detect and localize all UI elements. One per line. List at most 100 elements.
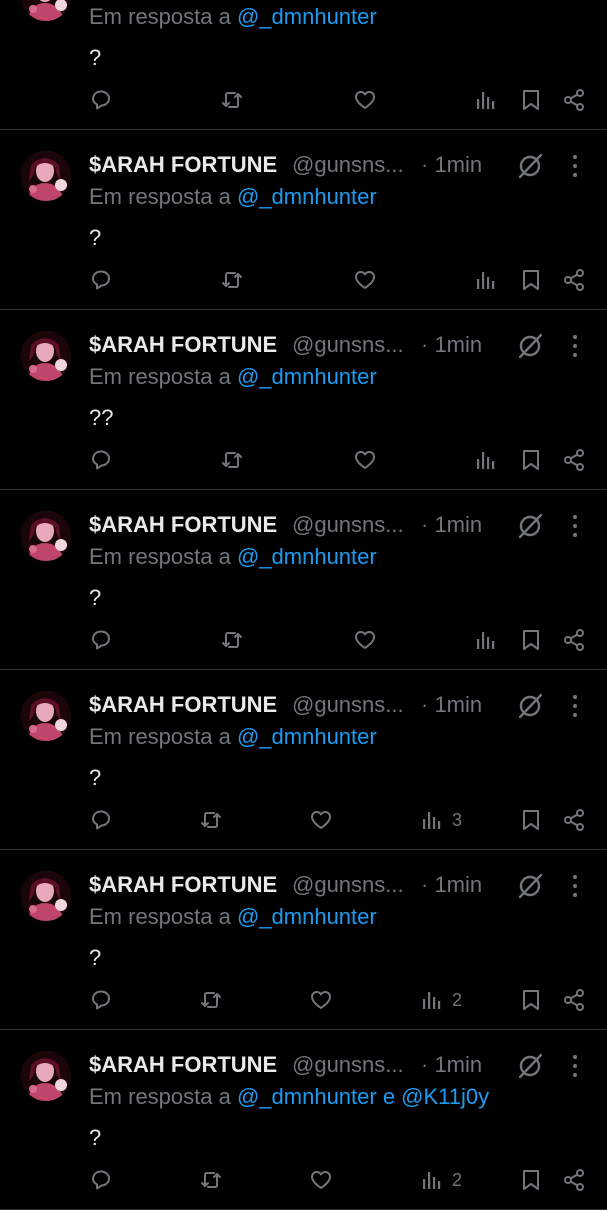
user-handle[interactable]: @gunsns...: [292, 510, 404, 540]
share-button[interactable]: [562, 446, 586, 474]
heart-icon: [355, 451, 375, 469]
repost-button[interactable]: [199, 806, 223, 834]
tweet-header: $ARAH FORTUNE @gunsns... · 1min: [89, 690, 607, 720]
tweet[interactable]: $ARAH FORTUNE @gunsns... · 1min Em respo…: [0, 670, 607, 850]
bookmark-button[interactable]: [519, 626, 543, 654]
tweet[interactable]: $ARAH FORTUNE @gunsns... · 1min Em respo…: [0, 0, 607, 130]
bookmark-button[interactable]: [519, 86, 543, 114]
grok-icon[interactable]: [516, 332, 544, 360]
share-button[interactable]: [562, 266, 586, 294]
repost-button[interactable]: [199, 1166, 223, 1194]
tweet[interactable]: $ARAH FORTUNE @gunsns... · 1min Em respo…: [0, 310, 607, 490]
views-button[interactable]: 3: [420, 806, 462, 834]
views-button[interactable]: 2: [420, 986, 462, 1014]
user-handle[interactable]: @gunsns...: [292, 150, 404, 180]
like-button[interactable]: [353, 626, 377, 654]
avatar[interactable]: [21, 151, 71, 201]
avatar[interactable]: [21, 691, 71, 741]
tweet[interactable]: $ARAH FORTUNE @gunsns... · 1min Em respo…: [0, 850, 607, 1030]
reply-mentions[interactable]: @_dmnhunter: [237, 904, 377, 929]
timestamp[interactable]: · 1min: [421, 870, 482, 900]
reply-button[interactable]: [89, 806, 113, 834]
avatar[interactable]: [21, 511, 71, 561]
views-button[interactable]: [474, 266, 498, 294]
reply-button[interactable]: [89, 86, 113, 114]
tweet-actions: 2: [0, 1166, 607, 1194]
bookmark-button[interactable]: [519, 1166, 543, 1194]
grok-icon[interactable]: [516, 1052, 544, 1080]
views-button[interactable]: [474, 626, 498, 654]
reply-mentions[interactable]: @_dmnhunter: [237, 184, 377, 209]
repost-button[interactable]: [220, 266, 244, 294]
bookmark-button[interactable]: [519, 266, 543, 294]
display-name[interactable]: $ARAH FORTUNE: [89, 1050, 277, 1080]
reply-button[interactable]: [89, 986, 113, 1014]
grok-icon[interactable]: [516, 872, 544, 900]
views-button[interactable]: [474, 86, 498, 114]
like-button[interactable]: [353, 266, 377, 294]
like-button[interactable]: [309, 1166, 333, 1194]
reply-mentions[interactable]: @_dmnhunter: [237, 724, 377, 749]
repost-button[interactable]: [199, 986, 223, 1014]
reply-mentions[interactable]: @_dmnhunter e @K11j0y: [237, 1084, 489, 1109]
reply-icon: [92, 90, 110, 110]
share-button[interactable]: [562, 806, 586, 834]
reply-mentions[interactable]: @_dmnhunter: [237, 364, 377, 389]
user-handle[interactable]: @gunsns...: [292, 330, 404, 360]
reply-button[interactable]: [89, 266, 113, 294]
repost-button[interactable]: [220, 446, 244, 474]
reply-mentions[interactable]: @_dmnhunter: [237, 4, 377, 29]
grok-icon[interactable]: [516, 692, 544, 720]
views-button[interactable]: [474, 446, 498, 474]
timestamp[interactable]: · 1min: [421, 690, 482, 720]
avatar[interactable]: [21, 871, 71, 921]
tweet[interactable]: $ARAH FORTUNE @gunsns... · 1min Em respo…: [0, 1030, 607, 1210]
like-button[interactable]: [353, 446, 377, 474]
grok-icon[interactable]: [516, 152, 544, 180]
display-name[interactable]: $ARAH FORTUNE: [89, 690, 277, 720]
share-icon: [564, 1169, 584, 1191]
more-icon[interactable]: [563, 872, 587, 900]
user-handle[interactable]: @gunsns...: [292, 1050, 404, 1080]
tweet[interactable]: $ARAH FORTUNE @gunsns... · 1min Em respo…: [0, 130, 607, 310]
more-icon[interactable]: [563, 332, 587, 360]
more-icon[interactable]: [563, 692, 587, 720]
avatar[interactable]: [21, 1051, 71, 1101]
display-name[interactable]: $ARAH FORTUNE: [89, 870, 277, 900]
bookmark-button[interactable]: [519, 446, 543, 474]
user-handle[interactable]: @gunsns...: [292, 870, 404, 900]
display-name[interactable]: $ARAH FORTUNE: [89, 510, 277, 540]
share-button[interactable]: [562, 986, 586, 1014]
repost-button[interactable]: [220, 626, 244, 654]
reply-button[interactable]: [89, 1166, 113, 1194]
share-button[interactable]: [562, 626, 586, 654]
avatar[interactable]: [21, 0, 71, 21]
display-name[interactable]: $ARAH FORTUNE: [89, 330, 277, 360]
tweet-text: ?: [89, 225, 102, 250]
grok-icon[interactable]: [516, 512, 544, 540]
display-name[interactable]: $ARAH FORTUNE: [89, 150, 277, 180]
more-icon[interactable]: [563, 512, 587, 540]
timestamp[interactable]: · 1min: [421, 510, 482, 540]
timestamp[interactable]: · 1min: [421, 150, 482, 180]
reply-button[interactable]: [89, 446, 113, 474]
share-button[interactable]: [562, 86, 586, 114]
bookmark-icon: [523, 630, 539, 650]
timestamp[interactable]: · 1min: [421, 1050, 482, 1080]
like-button[interactable]: [353, 86, 377, 114]
bookmark-button[interactable]: [519, 986, 543, 1014]
reply-mentions[interactable]: @_dmnhunter: [237, 544, 377, 569]
share-button[interactable]: [562, 1166, 586, 1194]
views-button[interactable]: 2: [420, 1166, 462, 1194]
like-button[interactable]: [309, 806, 333, 834]
like-button[interactable]: [309, 986, 333, 1014]
more-icon[interactable]: [563, 1052, 587, 1080]
timestamp[interactable]: · 1min: [421, 330, 482, 360]
user-handle[interactable]: @gunsns...: [292, 690, 404, 720]
repost-button[interactable]: [220, 86, 244, 114]
tweet[interactable]: $ARAH FORTUNE @gunsns... · 1min Em respo…: [0, 490, 607, 670]
avatar[interactable]: [21, 331, 71, 381]
bookmark-button[interactable]: [519, 806, 543, 834]
reply-button[interactable]: [89, 626, 113, 654]
more-icon[interactable]: [563, 152, 587, 180]
